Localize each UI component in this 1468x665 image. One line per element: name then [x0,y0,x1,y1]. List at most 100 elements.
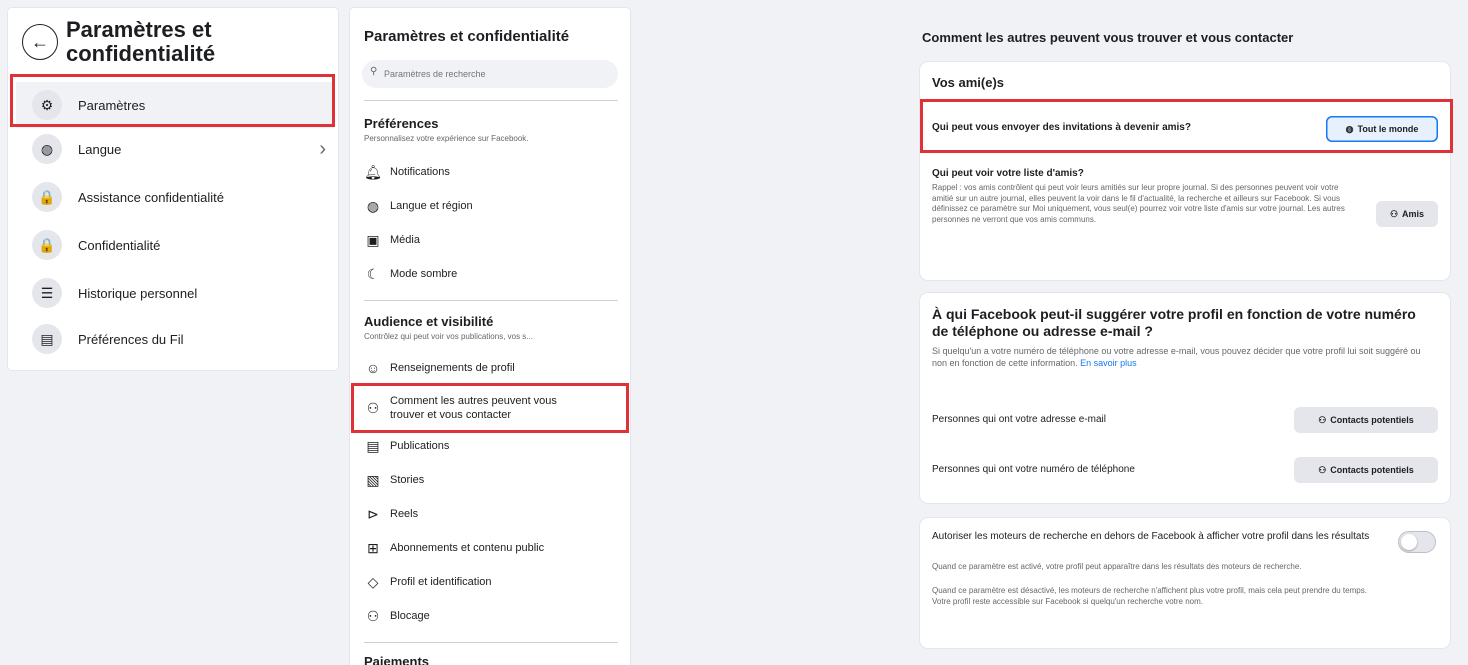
menu-title: Paramètres et confidentialité [364,28,570,45]
sidebar-title: Paramètres et confidentialité [66,17,216,66]
menu-item-renseignements[interactable]: ☺ Renseignements de profil [360,352,622,384]
sidebar-header: ← Paramètres et confidentialité [22,18,286,66]
menu-item-abonnements[interactable]: ⊞ Abonnements et contenu public [360,532,622,564]
sidebar-item-label: Préférences du Fil [78,331,184,347]
lock-plus-icon: 🔒 [32,182,62,212]
menu-item-trouver-contacter[interactable]: ⚇ Comment les autres peuvent vous trouve… [360,386,622,430]
search-engine-desc-on: Quand ce paramètre est activé, votre pro… [932,562,1302,571]
sidebar-item-label: Assistance confidentialité [78,189,224,205]
people-icon: ⚇ [1318,414,1327,425]
follow-icon: ⊞ [367,539,379,556]
bell-icon: 🔔︎ [364,163,382,180]
person-add-icon: ⚇ [366,400,380,416]
menu-item-label: Publications [390,440,450,452]
email-label: Personnes qui ont votre adresse e-mail [932,414,1106,425]
stories-icon: ▧ [366,471,380,488]
chevron-right-icon: › [319,137,326,160]
back-button[interactable]: ← [22,24,58,60]
sidebar-item-parametres[interactable]: ⚙ Paramètres [16,82,334,128]
learn-more-link[interactable]: En savoir plus [1080,358,1137,368]
menu-item-label: Stories [390,474,425,486]
card-header: À qui Facebook peut-il suggérer votre pr… [932,306,1416,339]
friend-request-label: Qui peut vous envoyer des invitations à … [932,122,1191,133]
sidebar-item-label: Historique personnel [78,285,198,301]
menu-item-stories[interactable]: ▧ Stories [360,464,622,496]
moon-icon: ☾ [366,265,380,282]
menu-item-langue-region[interactable]: ◍ Langue et région [360,190,622,222]
globe-icon: ◍ [1345,123,1354,134]
suggestion-card: À qui Facebook peut-il suggérer votre pr… [920,293,1450,503]
search-input[interactable] [362,60,618,88]
people-icon: ⚇ [1318,464,1327,475]
sidebar-item-confidentialite[interactable]: 🔒 Confidentialité [16,222,334,268]
button-label: Contacts potentiels [1330,415,1414,425]
list-icon: ☰ [32,278,62,308]
menu-item-label: Média [390,234,420,246]
media-icon: ▣ [366,231,380,248]
section-title-audience: Audience et visibilité [364,314,494,329]
content-title: Comment les autres peuvent vous trouver … [922,30,1294,45]
search-icon: ⚲ [370,66,378,77]
menu-item-label: Abonnements et contenu public [390,542,545,554]
menu-item-label: Langue et région [390,200,473,212]
button-label: Tout le monde [1357,124,1419,134]
description-text: Si quelqu'un a votre numéro de téléphone… [932,346,1421,368]
menu-item-notifications[interactable]: 🔔︎ Notifications [360,156,622,188]
divider [364,300,618,301]
section-subtitle: Personnalisez votre expérience sur Faceb… [364,134,529,143]
search-engine-card: Autoriser les moteurs de recherche en de… [920,518,1450,648]
friend-list-label: Qui peut voir votre liste d'amis? [932,168,1084,179]
phone-audience-button[interactable]: ⚇ Contacts potentiels [1294,457,1438,483]
menu-item-label: Notifications [390,166,450,178]
menu-item-reels[interactable]: ⊳ Reels [360,498,622,530]
suggestion-description: Si quelqu'un a votre numéro de téléphone… [932,346,1437,369]
menu-item-label: Blocage [390,610,430,622]
sidebar-item-langue[interactable]: ◍ Langue › [16,126,334,172]
menu-item-label: Mode sombre [390,268,458,280]
gear-icon: ⚙ [32,90,62,120]
menu-item-label: Comment les autres peuvent vous trouver … [390,395,557,421]
sidebar-item-preferences-fil[interactable]: ▤ Préférences du Fil [16,316,334,362]
search-engine-desc-off: Quand ce paramètre est désactivé, les mo… [932,586,1367,606]
section-title-preferences: Préférences [364,116,439,131]
menu-item-blocage[interactable]: ⚇ Blocage [360,600,622,632]
settings-menu: Paramètres et confidentialité ⚲ Préféren… [350,8,630,665]
settings-sidebar: ← Paramètres et confidentialité ⚙ Paramè… [8,8,338,370]
feed-icon: ▤ [32,324,62,354]
lock-icon: 🔒 [32,230,62,260]
sidebar-item-label: Langue [78,141,122,157]
globe-icon: ◍ [32,134,62,164]
menu-item-profil-identification[interactable]: ◇ Profil et identification [360,566,622,598]
search-engine-label: Autoriser les moteurs de recherche en de… [932,531,1370,542]
toggle-knob [1401,534,1417,550]
menu-item-label: Reels [390,508,419,520]
search-engine-toggle[interactable] [1398,531,1436,553]
email-audience-button[interactable]: ⚇ Contacts potentiels [1294,407,1438,433]
block-icon: ⚇ [366,607,380,624]
divider [364,642,618,643]
button-label: Contacts potentiels [1330,465,1414,475]
sidebar-item-historique[interactable]: ☰ Historique personnel [16,270,334,316]
menu-item-media[interactable]: ▣ Média [360,224,622,256]
sidebar-item-label: Confidentialité [78,237,161,253]
button-label: Amis [1402,209,1425,219]
menu-item-mode-sombre[interactable]: ☾ Mode sombre [360,258,622,290]
menu-item-label: Profil et identification [390,576,492,588]
profile-icon: ☺ [365,360,381,376]
sidebar-item-assistance[interactable]: 🔒 Assistance confidentialité [16,174,334,220]
menu-item-label: Renseignements de profil [390,362,515,374]
phone-label: Personnes qui ont votre numéro de téléph… [932,464,1135,475]
menu-item-publications[interactable]: ▤ Publications [360,430,622,462]
friends-icon: ⚇ [1389,208,1399,219]
friend-request-audience-button[interactable]: ◍ Tout le monde [1326,116,1438,142]
friend-list-audience-button[interactable]: ⚇ Amis [1376,201,1438,227]
friends-card: Vos ami(e)s Qui peut vous envoyer des in… [920,62,1450,280]
globe-icon: ◍ [366,197,380,214]
section-title-paiements: Paiements [364,654,430,665]
reels-icon: ⊳ [367,505,379,522]
friend-list-description: Rappel : vos amis contrôlent qui peut vo… [932,183,1345,224]
posts-icon: ▤ [366,437,380,454]
section-subtitle: Contrôlez qui peut voir vos publications… [364,332,533,341]
card-header: Vos ami(e)s [932,75,1005,90]
divider [364,100,618,101]
